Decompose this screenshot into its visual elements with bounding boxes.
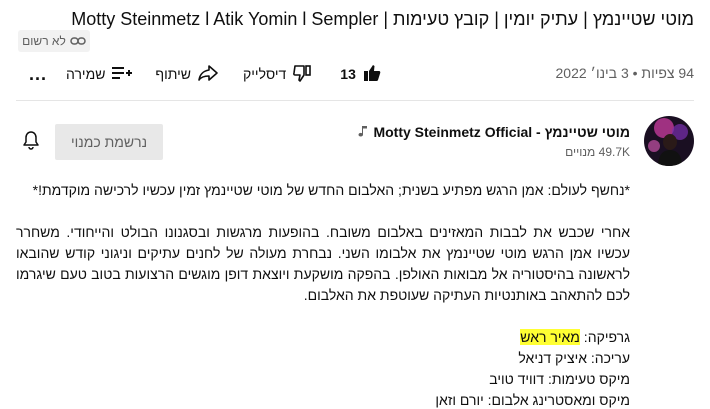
like-button[interactable]: 13 <box>340 60 382 88</box>
channel-name-text: מוטי שטיינמץ - Motty Steinmetz Official <box>373 124 630 140</box>
share-icon <box>197 64 219 85</box>
credit-graphics-name: מאיר ראש <box>520 329 580 345</box>
description-paragraph: אחרי שכבש את לבבות המאזינים באלבום משובח… <box>16 224 630 303</box>
notification-bell-button[interactable] <box>21 130 41 155</box>
views-and-date: 94 צפיות • 3 בינו׳ 2022 <box>555 65 694 81</box>
video-title: מוטי שטיינמץ | עתיק יומין | קובץ טעימות … <box>71 9 694 29</box>
like-count: 13 <box>340 66 356 82</box>
playlist-add-icon <box>111 64 133 85</box>
video-description: *נחשף לעולם: אמן הרגש מפתיע בשנית; האלבו… <box>16 180 630 409</box>
credit-editing: עריכה: איציק דניאל <box>518 350 630 366</box>
share-button[interactable]: שיתוף <box>155 60 219 88</box>
dislike-button[interactable]: דיסלייק <box>243 60 312 88</box>
dislike-label: דיסלייק <box>243 66 287 82</box>
section-divider <box>16 100 694 101</box>
credit-graphics-label: גרפיקה: <box>579 329 630 345</box>
credit-graphics: גרפיקה: מאיר ראש <box>16 327 630 348</box>
more-actions-button[interactable]: ... <box>24 60 52 88</box>
channel-name[interactable]: מוטי שטיינמץ - Motty Steinmetz Official <box>357 124 630 140</box>
unlisted-label: לא רשום <box>22 34 66 48</box>
bell-icon <box>22 130 40 155</box>
description-headline: *נחשף לעולם: אמן הרגש מפתיע בשנית; האלבו… <box>32 182 630 198</box>
thumbs-down-icon <box>292 63 312 86</box>
share-label: שיתוף <box>155 66 192 82</box>
link-icon <box>70 36 86 46</box>
thumbs-up-icon <box>362 63 382 86</box>
unlisted-badge: לא רשום <box>18 30 90 52</box>
more-icon: ... <box>28 63 47 84</box>
music-note-icon <box>357 124 369 140</box>
save-label: שמירה <box>66 66 106 82</box>
save-button[interactable]: שמירה <box>66 60 133 88</box>
subscriber-count: 49.7K מנויים <box>565 145 630 159</box>
video-meta-row: 94 צפיות • 3 בינו׳ 2022 ... שמירה שיתוף <box>0 60 710 88</box>
credit-master: מיקס ומאסטרינג אלבום: יורם וזאן <box>435 392 630 408</box>
subscribed-button[interactable]: נרשמת כמנוי <box>55 124 163 160</box>
video-actions: ... שמירה שיתוף דיסלייק 13 <box>16 60 382 88</box>
channel-avatar[interactable] <box>644 116 694 166</box>
credit-mix: מיקס טעימות: דוויד טויב <box>489 371 630 387</box>
